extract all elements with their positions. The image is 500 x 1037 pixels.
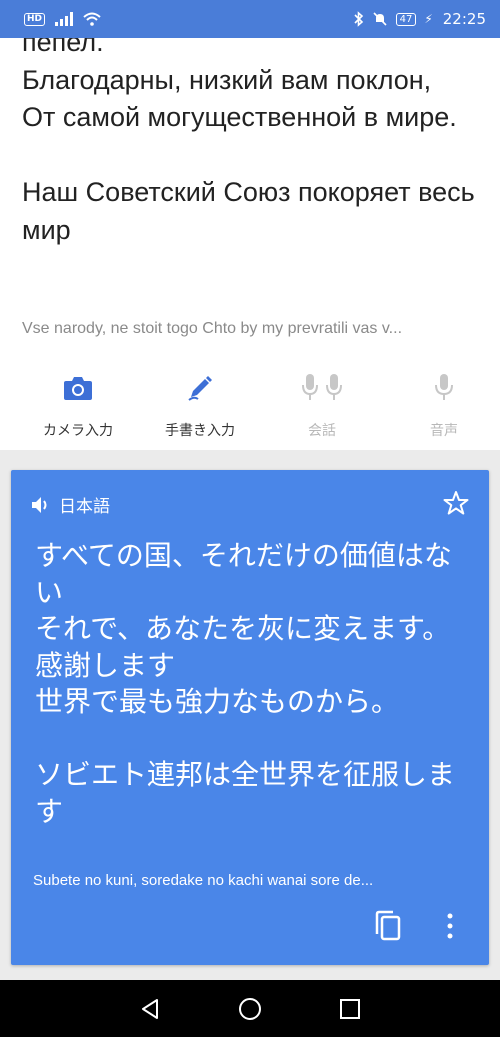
navigation-bar [0,980,500,1037]
status-bar: HD 47 ⚡ 22:25 [0,0,500,38]
conversation-label: 会話 [308,423,336,439]
translation-transliteration: Subete no kuni, soredake no kachi wanai … [33,872,374,889]
input-tools: カメラ入力 手書き入力 会話 音声 [0,368,500,448]
hd-badge: HD [24,12,46,26]
camera-icon [64,377,92,400]
source-text[interactable]: пепел. Благодарны, низкий вам поклон, От… [22,38,492,249]
voice-input-label: 音声 [430,423,458,439]
charging-icon: ⚡ [424,12,433,26]
camera-input-button[interactable]: カメラ入力 [22,368,134,448]
translation-card: 日本語 すべての国、それだけの価値はない それで、あなたを灰に変えます。 感謝し… [11,470,489,965]
status-time: 22:25 [442,10,486,28]
recents-icon[interactable] [339,998,361,1020]
microphone-icon [435,374,453,400]
target-language-label: 日本語 [59,497,110,517]
star-icon[interactable] [443,490,469,516]
source-transliteration: Vse narody, ne stoit togo Chto by my pre… [22,320,403,337]
handwriting-input-label: 手書き入力 [165,423,235,439]
microphones-icon [302,374,342,400]
back-icon[interactable] [139,998,161,1020]
source-panel: пепел. Благодарны, низкий вам поклон, От… [0,38,500,450]
home-icon[interactable] [238,997,262,1021]
mute-icon [373,12,387,26]
more-options-icon[interactable] [445,910,455,942]
signal-icon [55,12,74,26]
speaker-icon [32,496,47,513]
translation-text[interactable]: すべての国、それだけの価値はない それで、あなたを灰に変えます。 感謝します 世… [35,538,475,830]
copy-icon[interactable] [373,910,403,942]
bluetooth-icon [354,11,363,27]
pen-icon [188,376,212,401]
battery-icon: 47 [395,12,417,26]
camera-input-label: カメラ入力 [43,423,113,439]
listen-button[interactable]: 日本語 [31,492,110,517]
handwriting-input-button[interactable]: 手書き入力 [144,368,256,448]
voice-input-button[interactable]: 音声 [388,368,500,448]
wifi-icon [83,12,101,26]
conversation-button[interactable]: 会話 [266,368,378,448]
